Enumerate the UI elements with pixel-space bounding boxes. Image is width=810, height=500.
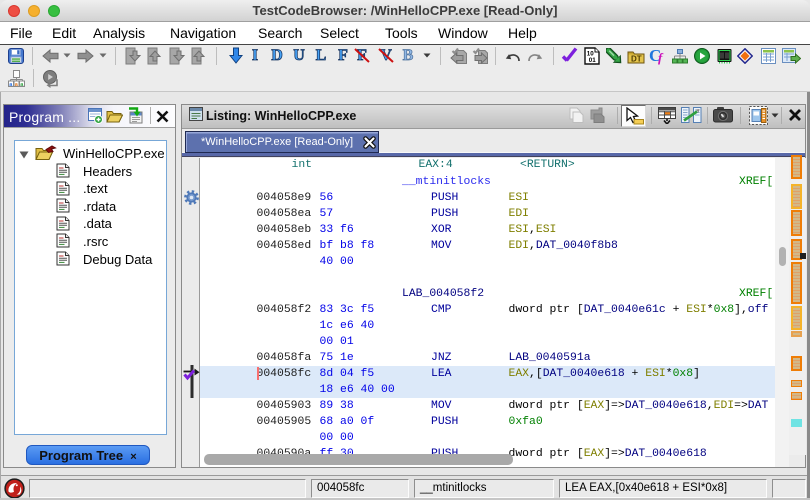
svg-text:DT: DT [631, 55, 642, 64]
svg-text:01: 01 [589, 57, 596, 64]
